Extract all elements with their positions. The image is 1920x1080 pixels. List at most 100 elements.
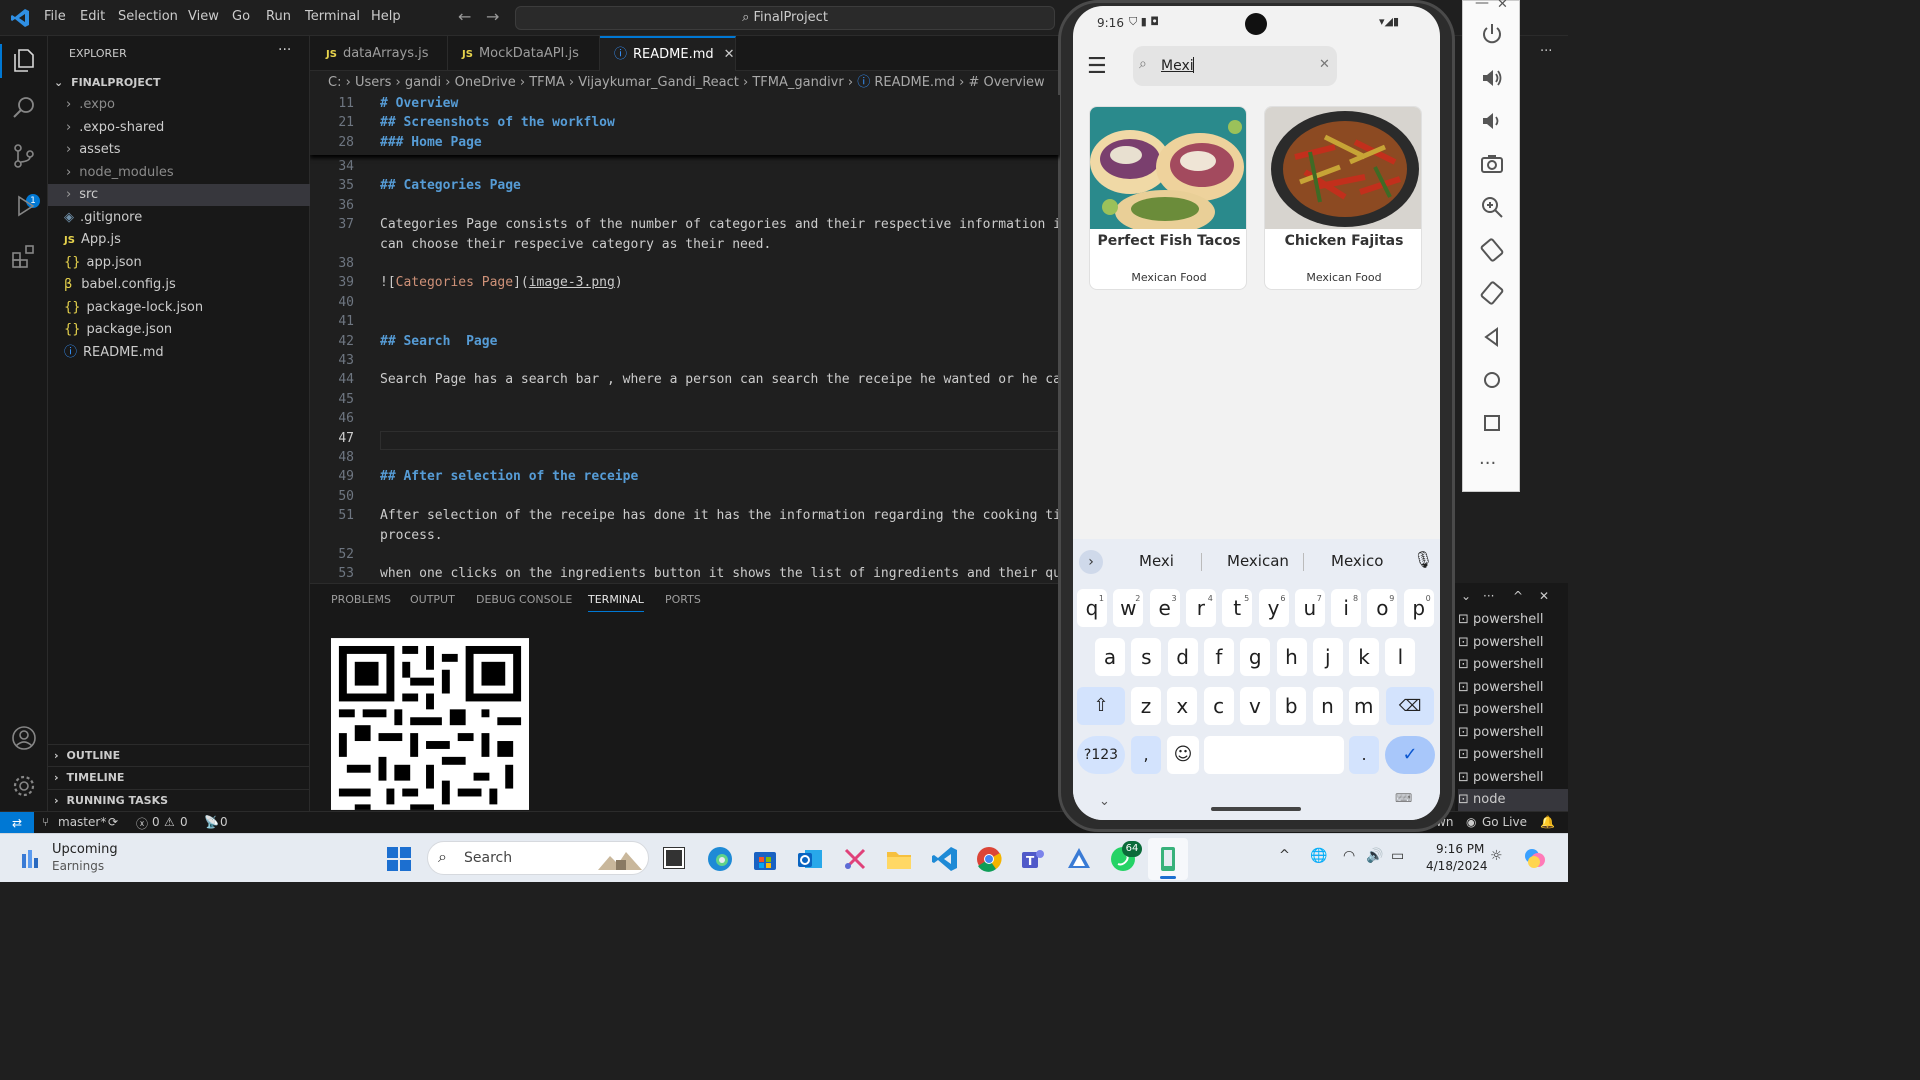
sync-icon[interactable]: ⟳ — [108, 815, 118, 829]
space-key[interactable] — [1204, 736, 1344, 774]
task-view-icon[interactable] — [663, 847, 685, 869]
tab-ports[interactable]: PORTS — [665, 593, 701, 606]
tree-item-readme[interactable]: ⓘ README.md — [48, 342, 310, 364]
keyboard-key[interactable]: s — [1131, 638, 1162, 676]
suggestion[interactable]: Mexi — [1139, 552, 1174, 570]
keyboard-key[interactable]: a — [1095, 638, 1125, 676]
source-control-icon[interactable] — [10, 142, 38, 170]
keyboard-key[interactable]: n — [1312, 687, 1343, 725]
period-key[interactable]: . — [1349, 736, 1379, 774]
volume-down-icon[interactable] — [1479, 108, 1505, 134]
tree-item-expo-shared[interactable]: › .expo-shared — [48, 117, 310, 139]
tree-item-app-json[interactable]: {} app.json — [48, 252, 310, 274]
account-icon[interactable] — [10, 724, 38, 752]
extensions-icon[interactable] — [10, 242, 38, 270]
breadcrumb-item[interactable]: TFMA — [529, 75, 565, 90]
run-debug-icon[interactable] — [10, 192, 38, 220]
keyboard-key[interactable]: c — [1203, 687, 1234, 725]
android-emulator-icon[interactable] — [1156, 846, 1180, 872]
keyboard-key[interactable]: f — [1203, 638, 1234, 676]
close-icon[interactable]: ✕ — [724, 47, 735, 62]
shift-key[interactable]: ⇧ — [1077, 687, 1125, 725]
clear-icon[interactable]: ✕ — [1319, 57, 1330, 72]
keyboard-key[interactable]: z — [1131, 687, 1161, 725]
keyboard-key[interactable]: v — [1239, 687, 1270, 725]
terminal-entry[interactable]: ⊡ powershell — [1458, 632, 1568, 654]
terminal-entry[interactable]: ⊡ powershell — [1458, 609, 1568, 631]
close-icon[interactable]: ✕ — [1497, 0, 1508, 12]
keyboard-key[interactable]: j — [1312, 638, 1343, 676]
menu-help[interactable]: Help — [371, 9, 401, 24]
clock-date[interactable]: 4/18/2024 — [1426, 859, 1488, 873]
forward-arrow-icon[interactable]: → — [486, 7, 499, 26]
recipe-card[interactable]: Chicken Fajitas Mexican Food — [1264, 106, 1422, 290]
snipping-tool-icon[interactable] — [842, 846, 868, 872]
recipe-card[interactable]: Perfect Fish Tacos Mexican Food — [1089, 106, 1247, 290]
file-explorer-icon[interactable] — [886, 846, 912, 872]
chevron-up-icon[interactable]: ^ — [1279, 848, 1290, 863]
microphone-icon[interactable]: 🎙 — [1413, 550, 1433, 569]
keyboard-key[interactable]: u7 — [1294, 589, 1325, 627]
breadcrumb-item[interactable]: README.md — [874, 75, 955, 90]
tree-item-src[interactable]: › src — [48, 184, 310, 206]
keyboard-key[interactable]: o9 — [1367, 589, 1398, 627]
keyboard-key[interactable]: d — [1167, 638, 1198, 676]
code-editor[interactable]: 11 # Overview 21 ## Screenshots of the w… — [310, 95, 1060, 583]
terminal-entry[interactable]: ⊡ powershell — [1458, 677, 1568, 699]
search-input[interactable]: Mexi — [1161, 58, 1194, 74]
clock-time[interactable]: 9:16 PM — [1436, 842, 1484, 856]
keyboard-key[interactable]: e3 — [1149, 589, 1180, 627]
terminal-entry[interactable]: ⊡ node — [1458, 789, 1568, 811]
tab-debug-console[interactable]: DEBUG CONSOLE — [476, 593, 572, 606]
more-actions-icon[interactable]: ··· — [1540, 44, 1552, 59]
branch-name[interactable]: master* — [58, 815, 106, 829]
close-panel-icon[interactable]: ✕ — [1539, 589, 1549, 603]
outlook-icon[interactable] — [797, 846, 823, 872]
keyboard-key[interactable]: y6 — [1258, 589, 1289, 627]
menu-terminal[interactable]: Terminal — [305, 9, 360, 24]
keyboard-key[interactable]: p0 — [1403, 589, 1434, 627]
go-live-button[interactable]: Go Live — [1482, 815, 1527, 829]
zoom-icon[interactable] — [1479, 194, 1505, 220]
tab-data-arrays[interactable]: JS dataArrays.js — [310, 36, 448, 71]
edge-icon[interactable] — [707, 846, 733, 872]
suggestion[interactable]: Mexican — [1227, 552, 1289, 570]
error-count[interactable]: 0 — [152, 815, 160, 829]
explorer-icon[interactable] — [10, 46, 38, 74]
tree-item-package-lock[interactable]: {} package-lock.json — [48, 297, 310, 319]
menu-file[interactable]: File — [44, 9, 66, 24]
menu-go[interactable]: Go — [232, 9, 250, 24]
battery-icon[interactable]: ▭ — [1391, 848, 1404, 864]
more-options-icon[interactable]: ··· — [1479, 453, 1496, 474]
menu-run[interactable]: Run — [266, 9, 291, 24]
search-bar[interactable]: ⌕ Mexi ✕ — [1133, 46, 1337, 86]
ports-count[interactable]: 0 — [220, 815, 228, 829]
windows-start-icon[interactable] — [387, 847, 411, 871]
keyboard-key[interactable]: g — [1240, 638, 1271, 676]
project-root[interactable]: ⌄ FINALPROJECT — [48, 72, 310, 94]
maximize-panel-icon[interactable]: ^ — [1513, 589, 1523, 603]
teams-icon[interactable]: T — [1020, 846, 1046, 872]
tab-output[interactable]: OUTPUT — [410, 593, 455, 606]
breadcrumb-item[interactable]: TFMA_gandivr — [752, 75, 843, 90]
taskbar-search[interactable]: ⌕ Search — [427, 841, 649, 875]
comma-key[interactable]: , — [1131, 736, 1161, 774]
keyboard-key[interactable]: x — [1167, 687, 1198, 725]
breadcrumb-item[interactable]: OneDrive — [455, 75, 516, 90]
keyboard-key[interactable]: t5 — [1222, 589, 1253, 627]
tree-item-assets[interactable]: › assets — [48, 139, 310, 161]
tree-item-gitignore[interactable]: ◈ .gitignore — [48, 207, 310, 229]
terminal-entry[interactable]: ⊡ powershell — [1458, 722, 1568, 744]
breadcrumb-item[interactable]: C: — [328, 75, 341, 90]
widget-title[interactable]: Upcoming — [52, 842, 118, 857]
phone-screen[interactable]: 9:16 ⛉ ▮ ◘ ▾◢▮ ☰ ⌕ Mexi ✕ Perfect Fish T… — [1073, 6, 1440, 820]
search-icon[interactable] — [10, 94, 38, 122]
warning-count[interactable]: 0 — [180, 815, 188, 829]
volume-up-icon[interactable] — [1479, 65, 1505, 91]
tree-item-node-modules[interactable]: › node_modules — [48, 162, 310, 184]
menu-edit[interactable]: Edit — [80, 9, 105, 24]
emoji-key[interactable]: ☺ — [1167, 736, 1199, 774]
symbols-key[interactable]: ?123 — [1077, 736, 1125, 774]
camera-icon[interactable] — [1479, 151, 1505, 177]
store-icon[interactable] — [752, 846, 778, 872]
